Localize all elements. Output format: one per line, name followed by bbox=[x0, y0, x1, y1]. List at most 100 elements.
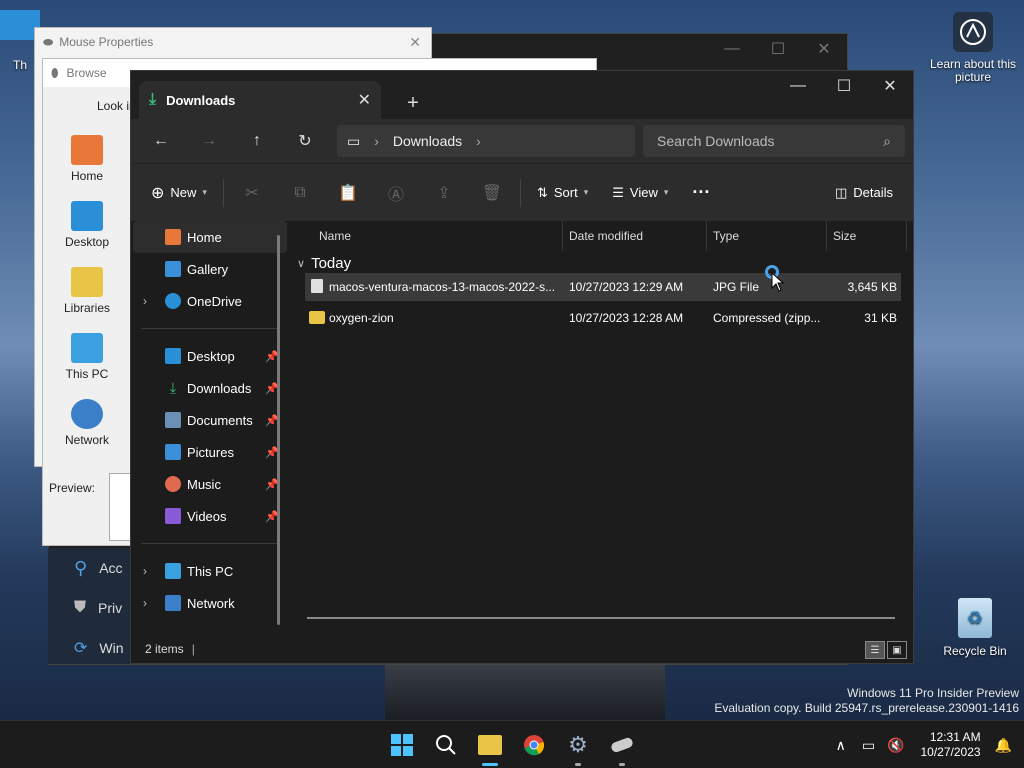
nav-item-downloads[interactable]: ⤓ Downloads 📌 bbox=[133, 372, 287, 404]
chevron-down-icon: ▾ bbox=[663, 187, 669, 197]
maximize-icon[interactable]: ☐ bbox=[821, 71, 867, 101]
details-view-icon[interactable]: ☰ bbox=[865, 641, 885, 659]
tiles-view-icon[interactable]: ▣ bbox=[887, 641, 907, 659]
chevron-down-icon: ∨ bbox=[297, 258, 306, 270]
file-explorer-icon[interactable] bbox=[468, 721, 512, 768]
close-icon[interactable]: ✕ bbox=[867, 71, 913, 101]
chevron-right-icon[interactable]: › bbox=[374, 133, 379, 149]
view-toggle: ☰ ▣ bbox=[865, 641, 907, 659]
column-date[interactable]: Date modified bbox=[563, 221, 707, 251]
column-size[interactable]: Size bbox=[827, 221, 907, 251]
nav-item-home[interactable]: Home bbox=[133, 221, 287, 253]
place-desktop[interactable]: Desktop bbox=[43, 201, 131, 261]
plus-circle-icon: ⊕ bbox=[151, 184, 165, 202]
nav-item-this-pc[interactable]: › This PC bbox=[133, 555, 287, 587]
file-name: oxygen-zion bbox=[329, 311, 394, 325]
system-tray: ∧ ▭ 🔇 12:31 AM 10/27/2023 🔔 bbox=[826, 721, 1024, 768]
minimize-icon[interactable]: — bbox=[709, 34, 755, 64]
nav-item-videos[interactable]: Videos 📌 bbox=[133, 500, 287, 532]
mouse-icon: ⬬ bbox=[43, 34, 54, 49]
maximize-icon[interactable]: ☐ bbox=[755, 34, 801, 64]
table-row[interactable]: macos-ventura-macos-13-macos-2022-s... 1… bbox=[305, 273, 901, 301]
column-name[interactable]: Name bbox=[313, 221, 563, 251]
chevron-down-icon: ▾ bbox=[202, 187, 207, 197]
clock[interactable]: 12:31 AM 10/27/2023 bbox=[911, 730, 991, 760]
cut-icon[interactable]: ✂ bbox=[228, 177, 276, 209]
notification-bell-icon[interactable]: 🔔 bbox=[991, 737, 1024, 754]
refresh-icon[interactable]: ↻ bbox=[281, 125, 329, 157]
breadcrumb[interactable]: ▭ › Downloads › bbox=[337, 125, 635, 157]
view-button[interactable]: ☰ View ▾ bbox=[600, 177, 680, 209]
nav-label: Desktop bbox=[187, 348, 235, 364]
table-row[interactable]: oxygen-zion 10/27/2023 12:28 AM Compress… bbox=[305, 304, 901, 332]
back-icon[interactable]: ← bbox=[137, 125, 185, 157]
file-explorer-window[interactable]: ⤓ Downloads ✕ + — ☐ ✕ ← → ↑ ↻ ▭ › Downlo… bbox=[130, 70, 914, 664]
delete-icon[interactable]: 🗑 bbox=[468, 177, 516, 209]
cursor-icon bbox=[771, 271, 785, 295]
search-icon[interactable] bbox=[424, 721, 468, 768]
minimize-icon[interactable]: — bbox=[775, 71, 821, 101]
settings-item-privacy[interactable]: ⛊ Priv bbox=[48, 588, 132, 628]
new-button[interactable]: ⊕ New ▾ bbox=[139, 177, 219, 209]
breadcrumb-downloads[interactable]: Downloads bbox=[393, 133, 462, 149]
settings-item-windows-update[interactable]: ⟳ Win bbox=[48, 628, 132, 668]
paste-icon[interactable]: 📋 bbox=[324, 177, 372, 209]
chevron-up-icon[interactable]: ∧ bbox=[826, 737, 856, 754]
nav-label: Downloads bbox=[187, 380, 252, 396]
rename-icon[interactable]: Ⓐ bbox=[372, 177, 420, 209]
nav-item-network[interactable]: › Network bbox=[133, 587, 287, 619]
place-home[interactable]: Home bbox=[43, 135, 131, 195]
nav-scrollbar[interactable] bbox=[277, 235, 280, 625]
settings-gear-icon[interactable]: ⚙ bbox=[556, 721, 600, 768]
horizontal-scrollbar[interactable] bbox=[307, 617, 895, 619]
chevron-right-icon[interactable]: › bbox=[143, 294, 147, 308]
settings-item-accessibility[interactable]: ⚲ Acc bbox=[48, 548, 132, 588]
new-tab-button[interactable]: + bbox=[395, 87, 431, 119]
up-icon[interactable]: ↑ bbox=[233, 125, 281, 157]
folder-icon bbox=[478, 735, 502, 755]
close-icon[interactable]: ✕ bbox=[409, 34, 421, 51]
zip-folder-icon bbox=[309, 311, 325, 324]
place-network[interactable]: Network bbox=[43, 399, 131, 459]
chevron-right-icon[interactable]: › bbox=[476, 133, 481, 149]
place-label: Home bbox=[70, 169, 103, 183]
volume-muted-icon[interactable]: 🔇 bbox=[881, 737, 910, 754]
chrome-icon[interactable] bbox=[512, 721, 556, 768]
place-label: This PC bbox=[65, 367, 109, 381]
column-type[interactable]: Type bbox=[707, 221, 827, 251]
recycle-bin[interactable]: ♻ Recycle Bin bbox=[935, 598, 1015, 658]
mouse-properties-titlebar[interactable]: ⬬ Mouse Properties ✕ bbox=[35, 28, 431, 56]
search-input[interactable]: Search Downloads ⌕ bbox=[643, 125, 905, 157]
close-tab-icon[interactable]: ✕ bbox=[358, 90, 371, 110]
copy-icon[interactable]: ⧉ bbox=[276, 177, 324, 209]
share-icon[interactable]: ⇪ bbox=[420, 177, 468, 209]
update-icon: ⟳ bbox=[74, 640, 88, 657]
nav-item-documents[interactable]: Documents 📌 bbox=[133, 404, 287, 436]
place-libraries[interactable]: Libraries bbox=[43, 267, 131, 327]
more-options-icon[interactable]: ··· bbox=[680, 177, 722, 209]
nav-item-music[interactable]: Music 📌 bbox=[133, 468, 287, 500]
learn-about-picture[interactable]: Learn about this picture bbox=[928, 12, 1018, 84]
nav-item-onedrive[interactable]: › OneDrive bbox=[133, 285, 287, 317]
home-icon bbox=[71, 135, 103, 165]
network-icon[interactable]: ▭ bbox=[856, 737, 881, 754]
start-icon[interactable] bbox=[380, 721, 424, 768]
chevron-right-icon[interactable]: › bbox=[143, 596, 147, 610]
group-header-today[interactable]: ∨ Today bbox=[297, 255, 351, 272]
forward-icon[interactable]: → bbox=[185, 125, 233, 157]
chevron-right-icon[interactable]: › bbox=[143, 564, 147, 578]
tab-downloads[interactable]: ⤓ Downloads ✕ bbox=[139, 81, 381, 119]
place-this-pc[interactable]: This PC bbox=[43, 333, 131, 393]
sort-button[interactable]: ⇅ Sort ▾ bbox=[525, 177, 600, 209]
details-button[interactable]: ◫ Details bbox=[823, 177, 905, 209]
nav-item-pictures[interactable]: Pictures 📌 bbox=[133, 436, 287, 468]
network-icon bbox=[165, 595, 181, 611]
nav-item-desktop[interactable]: Desktop 📌 bbox=[133, 340, 287, 372]
explorer-titlebar[interactable]: ⤓ Downloads ✕ + — ☐ ✕ bbox=[131, 71, 913, 119]
column-size-label: Size bbox=[833, 229, 857, 243]
file-size: 31 KB bbox=[864, 311, 897, 325]
nav-item-gallery[interactable]: Gallery bbox=[133, 253, 287, 285]
close-icon[interactable]: ✕ bbox=[801, 34, 847, 64]
nav-label: OneDrive bbox=[187, 293, 242, 309]
mouse-properties-icon[interactable] bbox=[600, 721, 644, 768]
